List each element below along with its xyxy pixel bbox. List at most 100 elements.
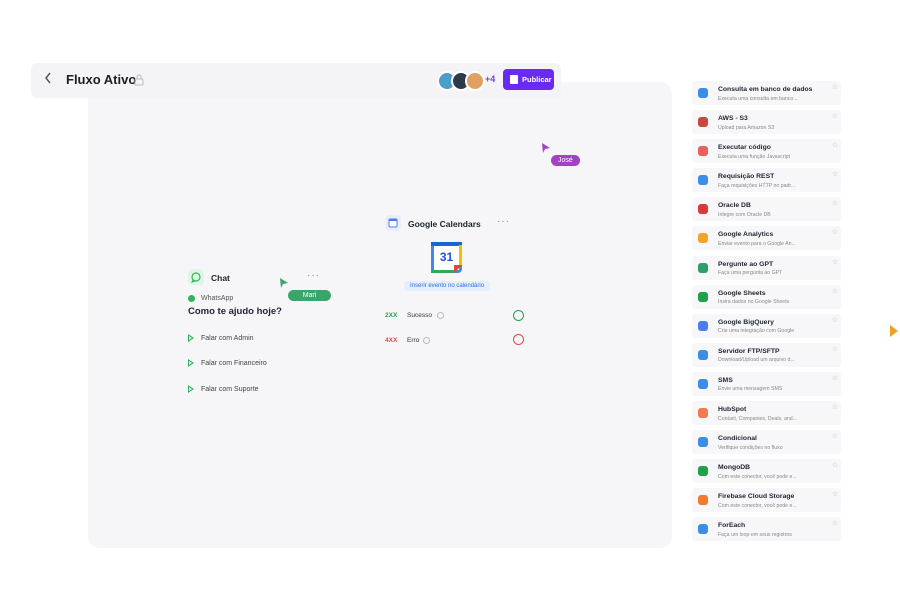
hubspot-icon — [698, 408, 708, 419]
star-icon[interactable]: ☆ — [832, 374, 838, 382]
chat-option[interactable]: Falar com Suporte — [188, 385, 259, 393]
component-item[interactable]: HubSpot Contact, Companies, Deals, and...… — [692, 401, 841, 426]
star-icon[interactable]: ☆ — [832, 170, 838, 178]
star-icon[interactable]: ☆ — [832, 83, 838, 91]
component-name: SMS — [718, 376, 733, 384]
component-description: Crie uma integração com Google — [718, 328, 795, 335]
output-code-error: 4XX — [385, 337, 398, 344]
component-description: Enviar evento para o Google An... — [718, 240, 796, 247]
flow-canvas[interactable] — [88, 82, 672, 548]
document-icon — [510, 75, 518, 84]
component-item[interactable]: SMS Envie uma mensagem SMS ☆ — [692, 371, 841, 396]
component-item[interactable]: Executar código Executa uma função Javasc… — [692, 139, 841, 164]
component-name: Pergunte ao GPT — [718, 260, 774, 268]
component-item[interactable]: Oracle DB Integre com Oracle DB ☆ — [692, 197, 841, 222]
output-connector-success[interactable] — [513, 310, 524, 321]
loop-icon — [698, 524, 708, 535]
component-item[interactable]: Google Analytics Enviar evento para o Goo… — [692, 226, 841, 251]
component-description: Faça um loop em seus registros — [718, 531, 792, 538]
star-icon[interactable]: ☆ — [832, 432, 838, 440]
mongodb-icon — [698, 466, 708, 477]
calendar-node-menu-icon[interactable]: ··· — [497, 216, 510, 227]
component-item[interactable]: Pergunte ao GPT Faça uma pergunta ao GPT ☆ — [692, 255, 841, 280]
component-item[interactable]: Servidor FTP/SFTP Download/Upload um arqu… — [692, 342, 841, 367]
component-item[interactable]: Condicional Verifique condições no fluxo ☆ — [692, 430, 841, 455]
component-name: Requisição REST — [718, 173, 775, 181]
output-code-success: 2XX — [385, 312, 398, 319]
component-name: MongoDB — [718, 464, 751, 472]
whatsapp-icon — [188, 295, 195, 302]
star-icon[interactable]: ☆ — [832, 461, 838, 469]
star-icon[interactable]: ☆ — [832, 345, 838, 353]
component-item[interactable]: Firebase Cloud Storage Com este conector,… — [692, 488, 841, 513]
publish-button[interactable]: Publicar — [503, 69, 554, 90]
component-item[interactable]: Google BigQuery Crie uma integração com G… — [692, 313, 841, 338]
lock-icon[interactable] — [133, 73, 145, 87]
component-name: Google Sheets — [718, 289, 766, 297]
component-name: Condicional — [718, 435, 757, 443]
play-icon — [188, 385, 194, 393]
chat-icon — [188, 269, 204, 285]
component-description: Insira dados no Google Sheets — [718, 299, 790, 306]
component-description: Verifique condições no fluxo — [718, 444, 783, 451]
component-name: ForEach — [718, 522, 746, 530]
chat-option[interactable]: Falar com Financeiro — [188, 359, 267, 367]
calendar-node-title: Google Calendars — [408, 219, 481, 229]
avatars-more-count: +4 — [485, 74, 496, 84]
component-description: Com este conector, você pode e... — [718, 473, 797, 480]
component-item[interactable]: Google Sheets Insira dados no Google Shee… — [692, 284, 841, 309]
star-icon[interactable]: ☆ — [832, 228, 838, 236]
chevron-left-icon[interactable] — [43, 71, 59, 89]
component-item[interactable]: AWS - S3 Upload para Amazon S3 ☆ — [692, 110, 841, 135]
component-name: AWS - S3 — [718, 115, 748, 123]
flow-title: Fluxo Ativo — [66, 72, 137, 87]
component-item[interactable]: Requisição REST Faça requisições HTTP no … — [692, 168, 841, 193]
globe-icon — [698, 175, 708, 186]
components-panel: Consulta em banco de dados Executa uma co… — [692, 81, 841, 547]
star-icon[interactable]: ☆ — [832, 403, 838, 411]
output-label-error: Erro — [407, 337, 420, 344]
cursor-label-mari: Mari — [288, 290, 331, 301]
publish-label: Publicar — [522, 75, 552, 84]
component-name: Oracle DB — [718, 202, 751, 210]
chat-question: Como te ajudo hoje? — [188, 306, 282, 317]
star-icon[interactable]: ☆ — [832, 141, 838, 149]
send-icon — [698, 378, 708, 389]
info-icon[interactable] — [423, 337, 430, 344]
component-item[interactable]: MongoDB Com este conector, você pode e...… — [692, 459, 841, 484]
component-item[interactable]: ForEach Faça um loop em seus registros ☆ — [692, 517, 841, 542]
component-name: Google Analytics — [718, 231, 774, 239]
chat-channel: WhatsApp — [201, 295, 234, 302]
component-description: Faça requisições HTTP no padr... — [718, 182, 796, 189]
cursor-arrow-icon — [890, 325, 898, 337]
oracle-icon — [698, 204, 708, 215]
calendar-action-label[interactable]: Inserir evento no calendário — [404, 281, 491, 291]
avatar — [465, 71, 485, 91]
star-icon[interactable]: ☆ — [832, 258, 838, 266]
component-description: Integre com Oracle DB — [718, 211, 771, 218]
cursor-label-jose: José — [551, 155, 580, 166]
component-name: HubSpot — [718, 406, 747, 414]
cursor-arrow-icon — [279, 276, 289, 294]
component-description: Contact, Companies, Deals, and... — [718, 415, 798, 422]
cursor-arrow-icon — [541, 141, 551, 159]
star-icon[interactable]: ☆ — [832, 287, 838, 295]
component-description: Executa uma consulta em banco... — [718, 95, 798, 102]
database-icon — [698, 88, 708, 98]
chat-node-menu-icon[interactable]: ··· — [307, 270, 320, 281]
play-icon — [188, 334, 194, 342]
star-icon[interactable]: ☆ — [832, 199, 838, 207]
star-icon[interactable]: ☆ — [832, 519, 838, 527]
info-icon[interactable] — [437, 312, 444, 319]
chat-option[interactable]: Falar com Admin — [188, 334, 254, 342]
server-icon — [698, 349, 708, 360]
output-connector-error[interactable] — [513, 334, 524, 345]
component-name: Google BigQuery — [718, 318, 774, 326]
star-icon[interactable]: ☆ — [832, 316, 838, 324]
star-icon[interactable]: ☆ — [832, 112, 838, 120]
component-item[interactable]: Consulta em banco de dados Executa uma co… — [692, 81, 841, 105]
star-icon[interactable]: ☆ — [832, 490, 838, 498]
chat-node-title: Chat — [211, 273, 230, 283]
code-icon — [698, 146, 708, 157]
component-description: Envie uma mensagem SMS — [718, 386, 783, 393]
